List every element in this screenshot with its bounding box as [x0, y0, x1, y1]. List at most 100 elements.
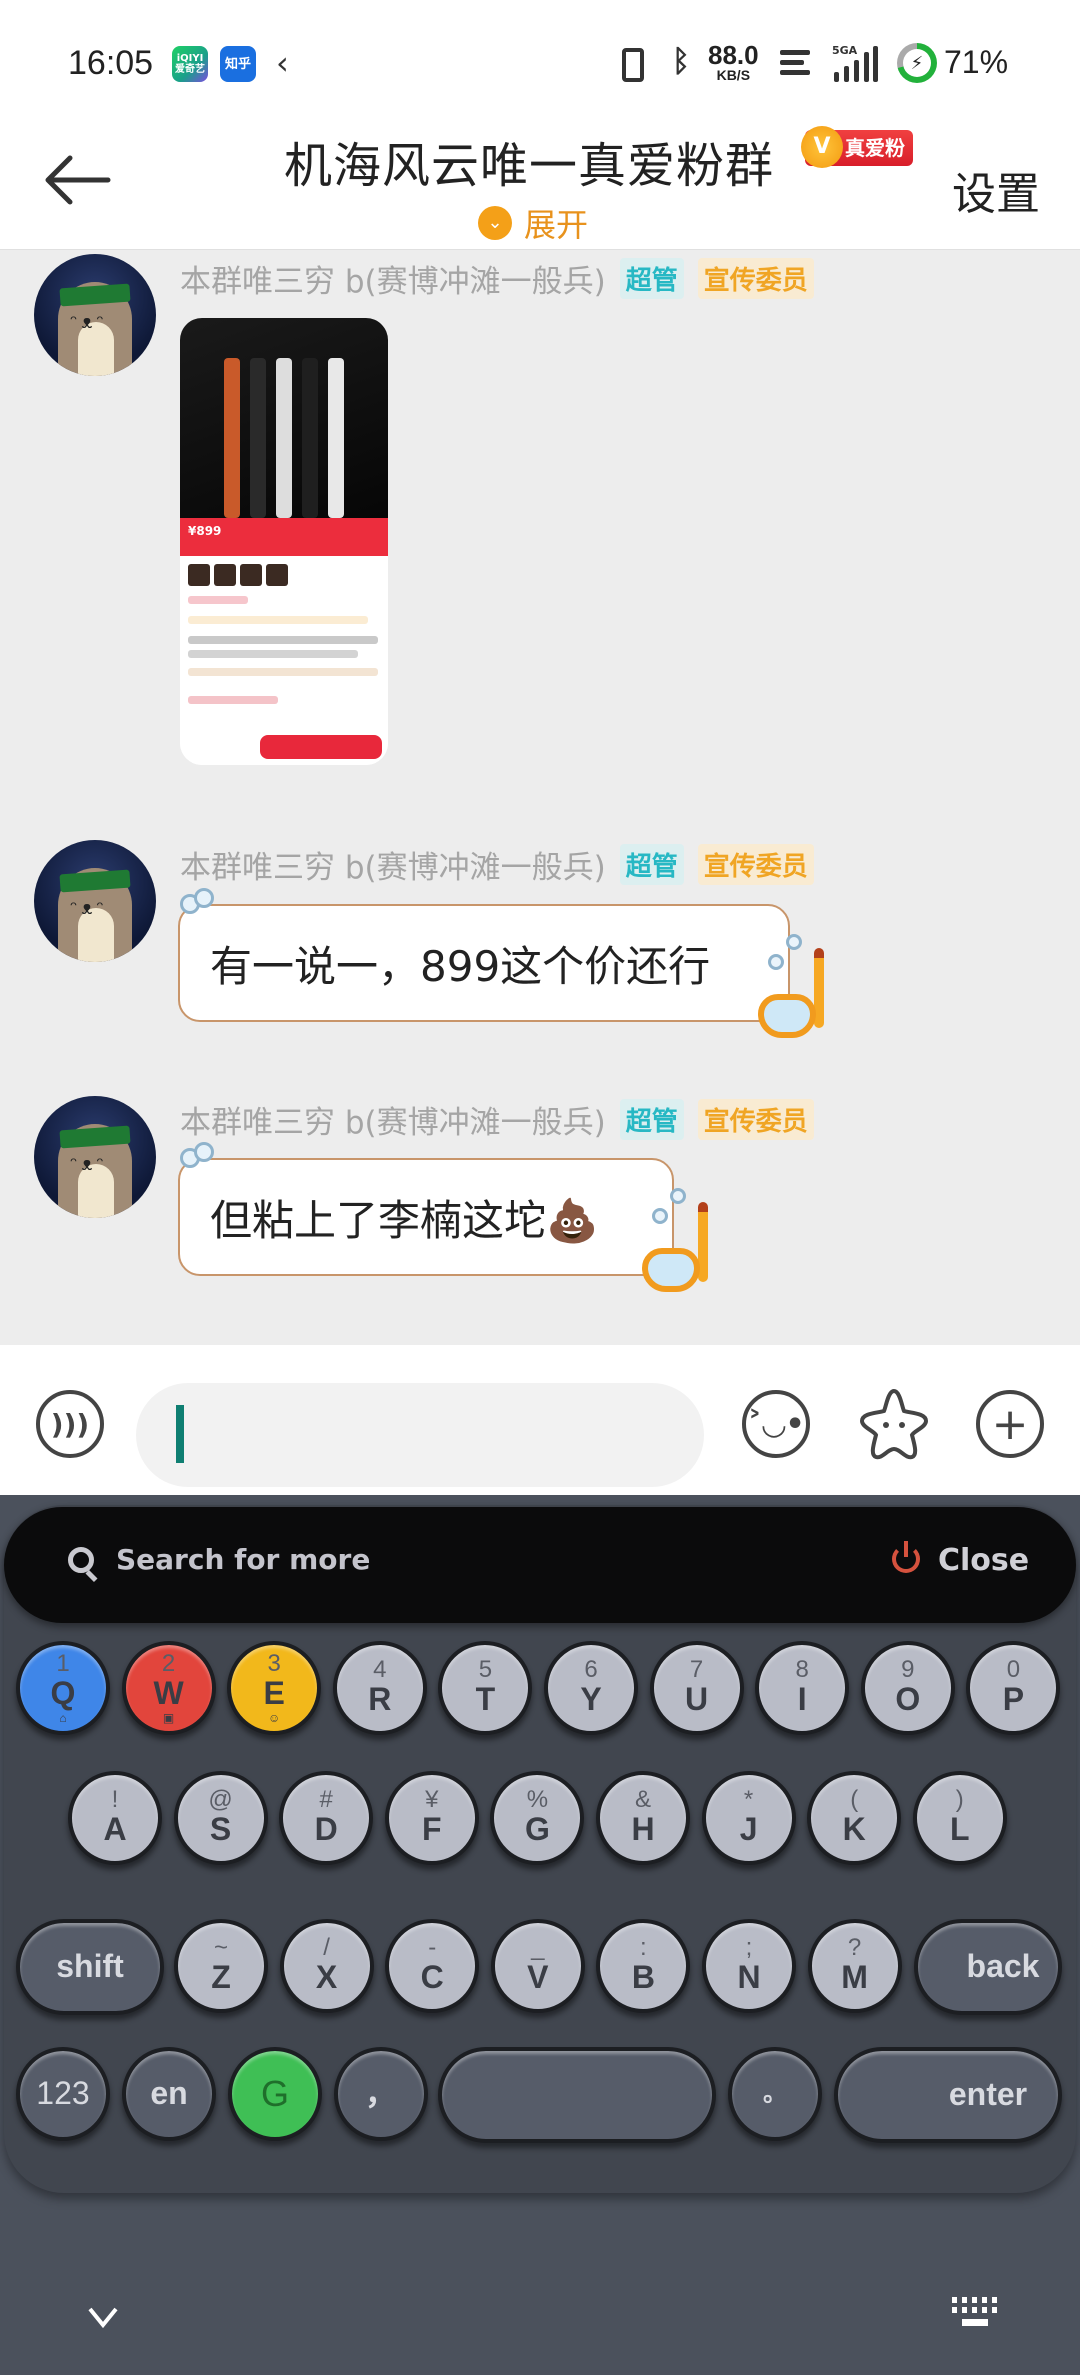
key-t[interactable]: 5T [438, 1641, 533, 1735]
product-details [180, 556, 388, 765]
arrow-left-icon [45, 155, 111, 205]
plus-button[interactable]: + [976, 1390, 1044, 1458]
key-secondary-label: _ [531, 1934, 545, 1962]
battery-charging-icon: ⚡ [897, 43, 937, 83]
key-secondary-label: * [743, 1786, 754, 1814]
keyboard-search-bar[interactable]: Search for more Close [4, 1507, 1076, 1623]
key-s[interactable]: @ S [173, 1771, 268, 1865]
message-text: 但粘上了李楠这坨💩 [210, 1195, 599, 1245]
key-e[interactable]: 3 E ☺ [227, 1641, 322, 1735]
plus-icon: + [991, 1398, 1029, 1450]
sticker-button[interactable] [856, 1385, 932, 1461]
key-label: L [950, 1811, 970, 1848]
enter-label: enter [948, 2076, 1028, 2113]
keyboard-close-button[interactable]: Close [938, 1543, 1029, 1578]
key-secondary-label: 4 [373, 1656, 387, 1684]
key-b[interactable]: :B [596, 1919, 691, 2013]
key-w[interactable]: 2 W ▣ [121, 1641, 216, 1735]
fan-badge-label: 真爱粉 [845, 136, 905, 160]
sender-name[interactable]: 本群唯三穷 b(赛博冲滩一般兵) [180, 1097, 606, 1142]
key-y[interactable]: 6Y [544, 1641, 638, 1735]
key-x[interactable]: / X [279, 1919, 374, 2013]
key-label: S [209, 1811, 232, 1848]
shift-key[interactable]: shift [16, 1919, 164, 2015]
key-secondary-label: 1 [56, 1650, 70, 1678]
sender-row: 本群唯三穷 b(赛博冲滩一般兵) 超管 宣传委员 [180, 256, 814, 301]
message-bubble[interactable]: 有一说一，899这个价还行 [178, 888, 824, 1038]
key-d[interactable]: # D [279, 1771, 374, 1865]
battery-percent: 71% [944, 44, 1009, 80]
back-button[interactable] [42, 150, 112, 210]
key-u[interactable]: 7U [649, 1641, 744, 1735]
language-key[interactable]: en [122, 2047, 216, 2141]
key-label: J [739, 1811, 758, 1848]
keyboard-icon[interactable] [950, 2295, 1000, 2331]
network-speed: 88.0 KB/S [708, 42, 759, 82]
key-secondary-label: 5 [478, 1656, 493, 1684]
key-g[interactable]: % G [490, 1771, 585, 1865]
key-r[interactable]: 4R [332, 1641, 427, 1735]
g-key[interactable]: G [228, 2047, 322, 2141]
comma-key[interactable]: ， [334, 2047, 428, 2141]
sender-avatar[interactable]: ᵔᴥᵔ [34, 840, 156, 962]
expand-button[interactable]: ⌄ 展开 [478, 200, 588, 246]
numbers-label: 123 [36, 2075, 90, 2112]
key-secondary-label: & [634, 1786, 651, 1814]
settings-button[interactable]: 设置 [952, 158, 1040, 222]
message-bubble[interactable]: 但粘上了李楠这坨💩 [178, 1142, 708, 1292]
backspace-key[interactable]: back [914, 1919, 1062, 2015]
key-q[interactable]: 1 Q ⌂ [16, 1641, 110, 1735]
key-label: V [527, 1959, 549, 1996]
space-key[interactable] [438, 2047, 716, 2143]
key-label: P [1002, 1681, 1025, 1718]
key-o[interactable]: 9O [860, 1641, 955, 1735]
key-a[interactable]: ! A [68, 1771, 162, 1865]
sender-row: 本群唯三穷 b(赛博冲滩一般兵) 超管 宣传委员 [180, 1097, 814, 1142]
key-secondary-label: ( [850, 1786, 859, 1814]
key-l[interactable]: ) L [912, 1771, 1007, 1865]
key-n[interactable]: ; N [702, 1919, 796, 2013]
key-j[interactable]: * J [701, 1771, 796, 1865]
sender-avatar[interactable]: ᵔᴥᵔ [34, 254, 156, 376]
key-h[interactable]: & H [596, 1771, 690, 1865]
enter-key[interactable]: enter [834, 2047, 1062, 2143]
chevron-down-icon[interactable] [86, 2305, 120, 2329]
key-secondary-label: - [428, 1934, 437, 1962]
search-icon [68, 1547, 94, 1573]
key-secondary-label: ) [955, 1786, 964, 1814]
key-f[interactable]: ¥ F [384, 1771, 479, 1865]
key-i[interactable]: 8I [755, 1641, 850, 1735]
emoji-button[interactable]: ˃◡• [742, 1390, 810, 1458]
key-z[interactable]: ~ Z [174, 1919, 268, 2013]
key-m[interactable]: ? M [807, 1919, 902, 2013]
vibrate-icon [622, 48, 644, 82]
voice-button[interactable]: ))) [36, 1390, 104, 1458]
iqiyi-label: iQIYI [176, 53, 204, 64]
period-key[interactable]: 。 [728, 2047, 822, 2141]
message-text: 有一说一，899这个价还行 [210, 941, 711, 991]
key-secondary-label: @ [208, 1786, 233, 1814]
key-c[interactable]: -C [385, 1919, 480, 2013]
key-secondary-label: # [319, 1786, 333, 1814]
keyboard-search-label[interactable]: Search for more [116, 1543, 370, 1576]
numbers-key[interactable]: 123 [16, 2047, 110, 2141]
key-secondary-label: ? [847, 1934, 862, 1962]
language-label: en [150, 2075, 188, 2112]
data-activity-icon [780, 50, 810, 80]
key-secondary-label: 0 [1006, 1656, 1021, 1684]
comma-label: ， [364, 2075, 397, 2112]
snorkel-mask-decoration [758, 934, 828, 1038]
sender-name[interactable]: 本群唯三穷 b(赛博冲滩一般兵) [180, 842, 606, 887]
key-p[interactable]: 0P [966, 1641, 1061, 1735]
input-bar: ))) ˃◡• + [0, 1345, 1080, 1495]
sender-avatar[interactable]: ᵔᴥᵔ [34, 1096, 156, 1218]
message-input[interactable] [136, 1383, 704, 1487]
image-message[interactable]: ¥899 [180, 318, 388, 765]
key-label: U [685, 1681, 709, 1718]
key-k[interactable]: (K [807, 1771, 902, 1865]
iqiyi-app-icon: iQIYI 爱奇艺 [172, 46, 208, 82]
sender-name[interactable]: 本群唯三穷 b(赛博冲滩一般兵) [180, 256, 606, 301]
key-v[interactable]: _ V [490, 1919, 585, 2013]
key-label: K [842, 1811, 866, 1848]
key-shortcut-icon: ⌂ [59, 1710, 67, 1725]
